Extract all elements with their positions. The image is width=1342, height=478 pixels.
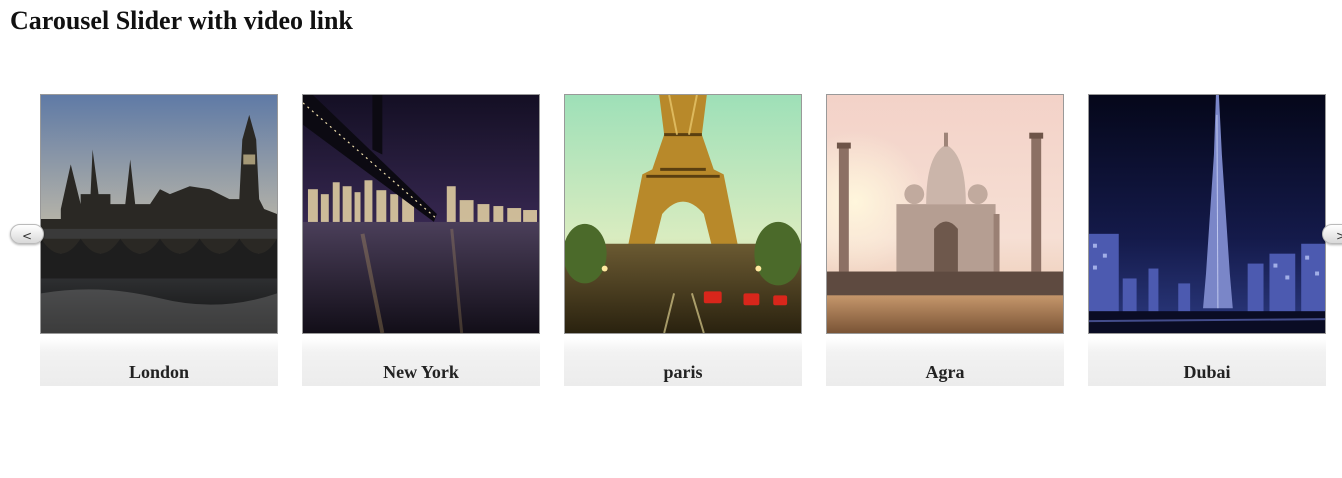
slide-caption: London [40,338,278,386]
london-photo[interactable] [40,94,278,334]
carousel-slide-paris[interactable]: paris [564,94,802,386]
carousel-slide-new-york[interactable]: New York [302,94,540,386]
paris-photo[interactable] [564,94,802,334]
dubai-photo[interactable] [1088,94,1326,334]
carousel: London New York paris Agra Dubai < > [0,94,1342,394]
slide-caption: Agra [826,338,1064,386]
slide-caption: New York [302,338,540,386]
page-title: Carousel Slider with video link [10,6,353,35]
carousel-slide-london[interactable]: London [40,94,278,386]
slide-caption: paris [564,338,802,386]
carousel-slide-agra[interactable]: Agra [826,94,1064,386]
carousel-slide-dubai[interactable]: Dubai [1088,94,1326,386]
carousel-next-button[interactable]: > [1322,224,1342,244]
agra-photo[interactable] [826,94,1064,334]
slide-caption: Dubai [1088,338,1326,386]
new-york-photo[interactable] [302,94,540,334]
carousel-prev-button[interactable]: < [10,224,44,244]
